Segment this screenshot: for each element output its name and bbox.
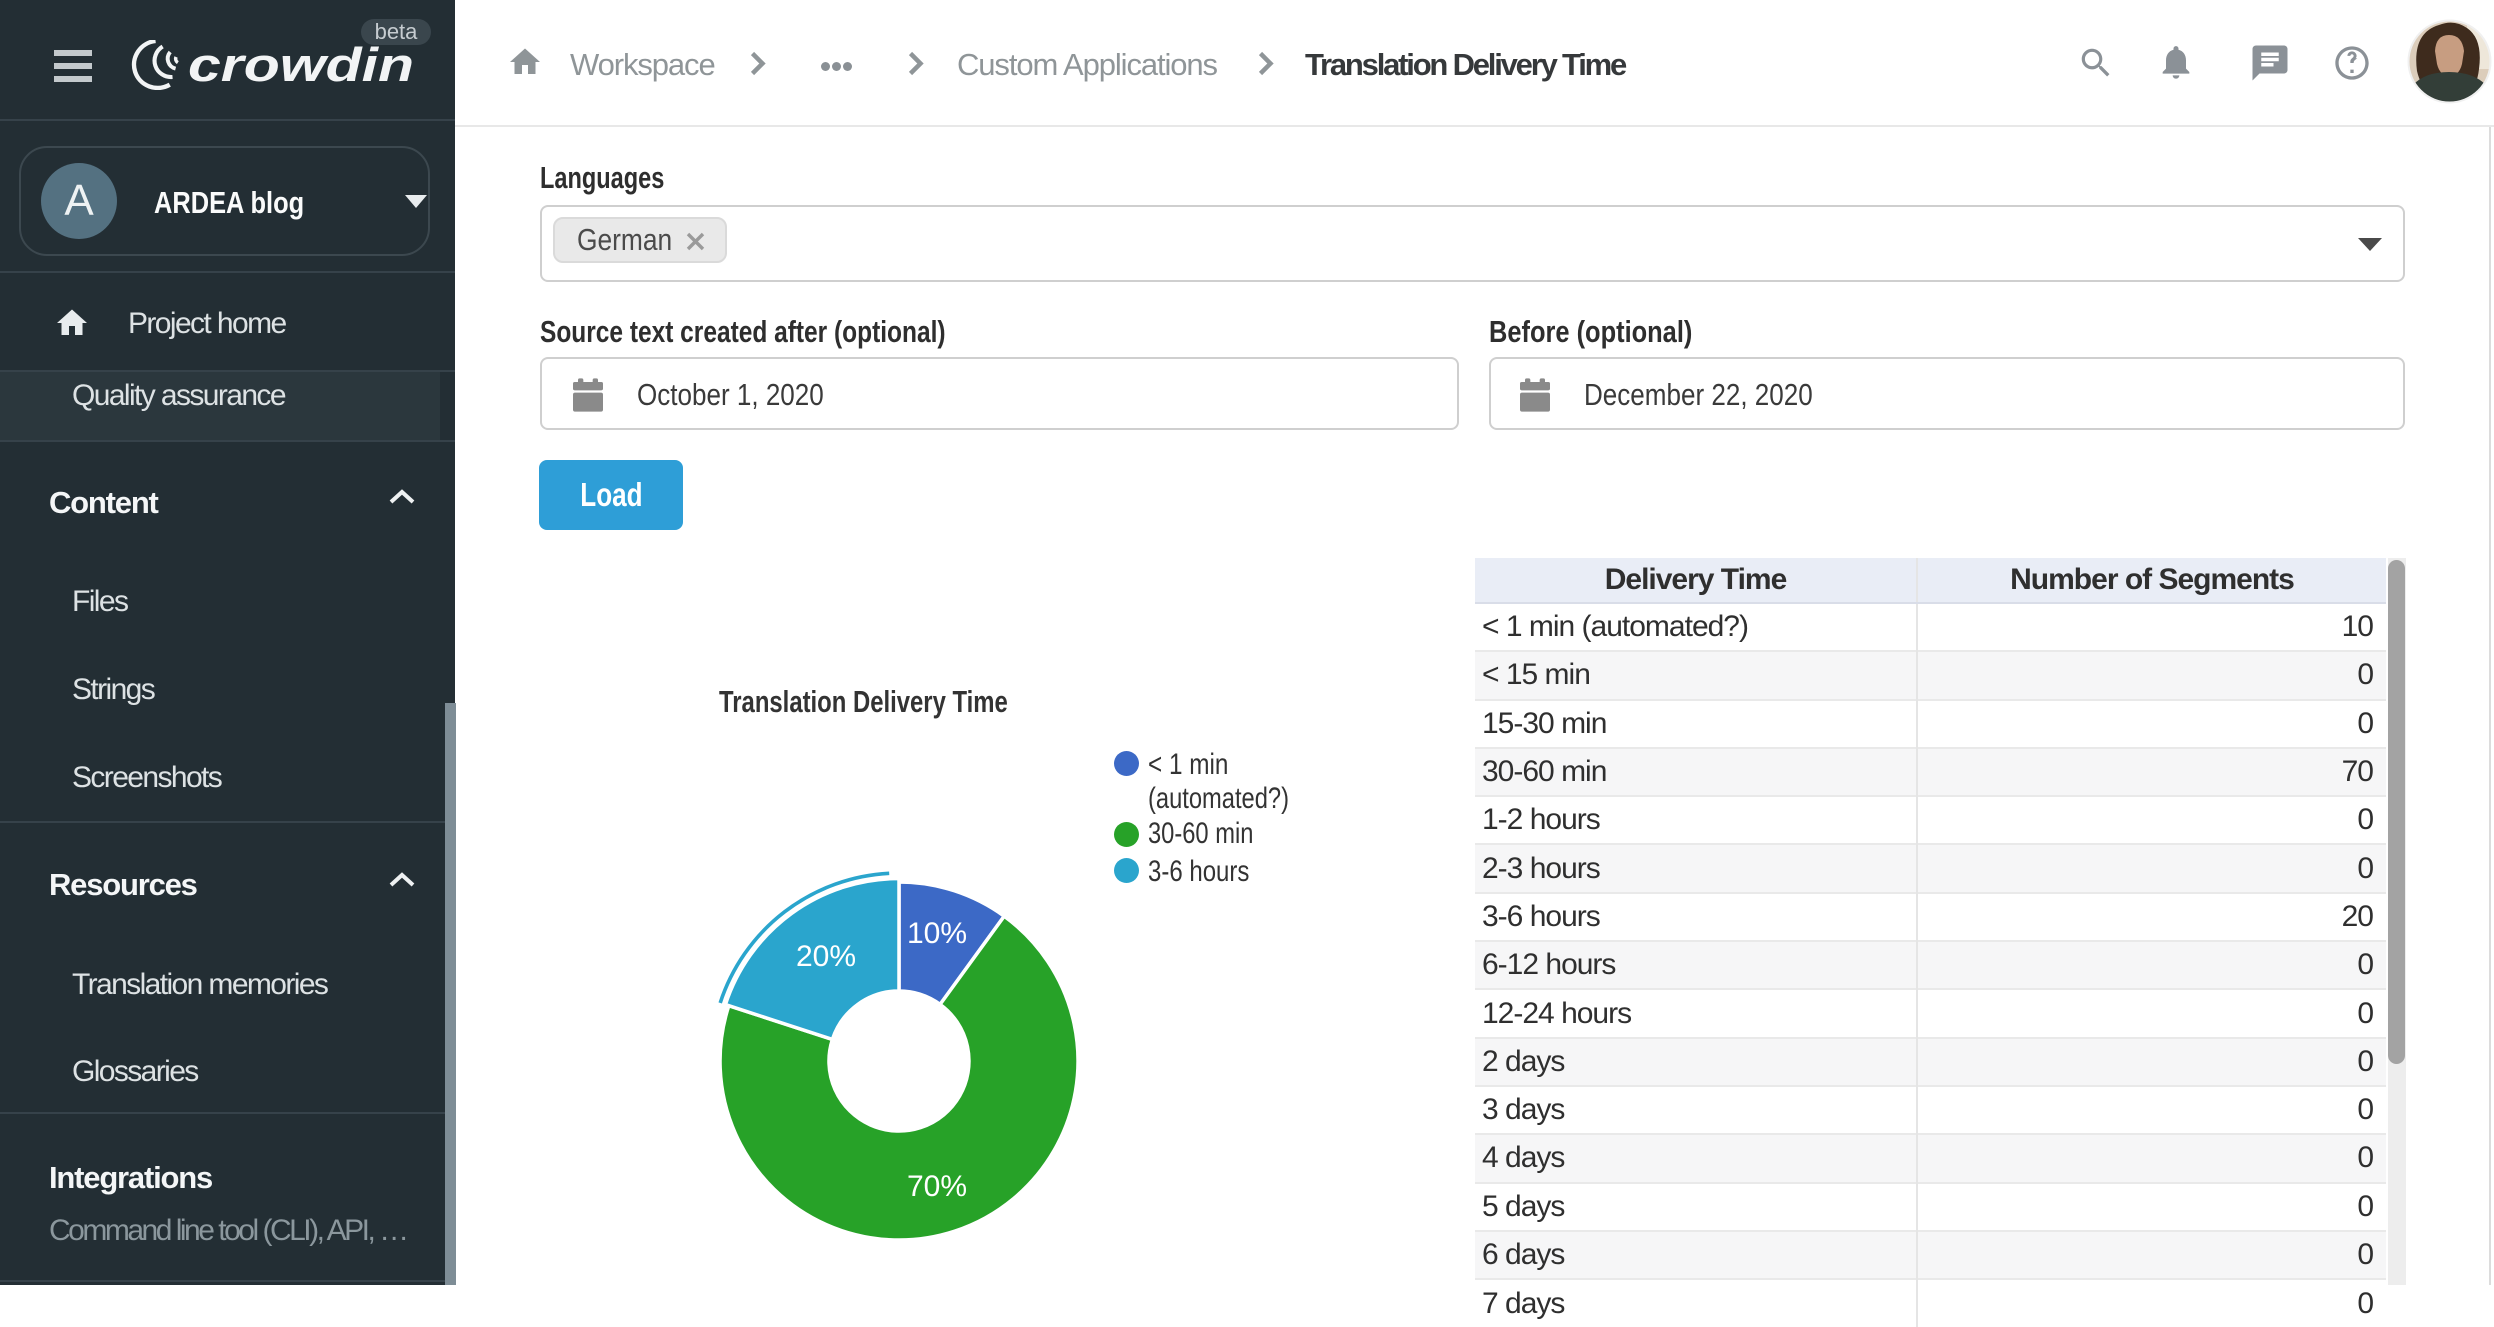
svg-text:10%: 10% [907, 917, 967, 950]
svg-text:20%: 20% [796, 940, 856, 973]
svg-text:crowdin: crowdin [188, 40, 414, 90]
svg-text:70%: 70% [907, 1170, 967, 1203]
